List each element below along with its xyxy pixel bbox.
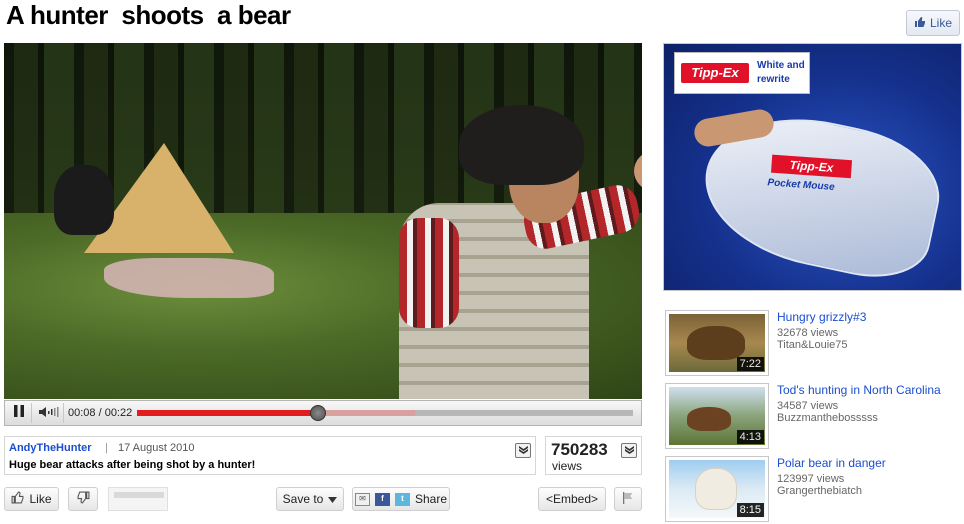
thumbs-up-icon — [914, 16, 926, 31]
related-video-author: Titan&Louie75 — [777, 339, 848, 351]
video-title: A hunter shoots a bear — [6, 0, 291, 30]
video-description: Huge bear attacks after being shot by a … — [9, 459, 256, 471]
caret-down-icon — [328, 492, 338, 506]
volume-button[interactable] — [35, 403, 64, 423]
view-count-panel: 750283 views — [545, 436, 642, 475]
related-video-image: 4:13 — [669, 387, 765, 445]
related-video-views: 34587 views — [777, 400, 839, 412]
related-video-author: Buzzmanthebosssss — [777, 412, 878, 424]
related-video-image: 7:22 — [669, 314, 765, 372]
related-video-thumbnail[interactable]: 8:15 — [665, 456, 769, 522]
ad-product-brand: Tipp-Ex — [770, 154, 853, 179]
video-duration: 4:13 — [736, 430, 764, 444]
video-frame-bear — [54, 165, 114, 235]
related-video-image: 8:15 — [669, 460, 765, 518]
facebook-like-label: Like — [929, 16, 952, 30]
view-count: 750283 — [551, 440, 608, 459]
related-video-item[interactable]: 7:22 Hungry grizzly#3 32678 views Titan&… — [663, 310, 962, 378]
progress-bar[interactable] — [137, 405, 633, 421]
video-duration: 7:22 — [736, 357, 764, 371]
ad-logo-box: Tipp-Ex White and rewrite — [674, 52, 810, 94]
chevron-down-icon — [518, 445, 528, 456]
video-player[interactable] — [4, 43, 642, 399]
flag-icon — [622, 491, 634, 507]
progress-scrubber-handle[interactable] — [310, 405, 327, 421]
pause-button[interactable] — [7, 403, 32, 423]
progress-played — [137, 410, 318, 416]
related-video-views: 123997 views — [777, 473, 845, 485]
save-to-label: Save to — [282, 492, 324, 506]
thumbs-down-icon — [77, 491, 90, 507]
video-frame-hunter-shirt — [399, 218, 459, 328]
dislike-button[interactable] — [68, 487, 98, 511]
expand-stats-button[interactable] — [621, 443, 637, 458]
uploader-link[interactable]: AndyTheHunter — [9, 442, 92, 454]
chevron-down-icon — [624, 445, 634, 456]
related-video-author: Grangerthebiatch — [777, 485, 862, 497]
video-frame-blanket — [104, 258, 274, 298]
ratings-bar-fill — [114, 492, 164, 498]
flag-button[interactable] — [614, 487, 642, 511]
related-video-title[interactable]: Polar bear in danger — [777, 456, 886, 470]
like-label: Like — [29, 492, 52, 506]
share-label: Share — [414, 492, 448, 506]
ad-product-name: Pocket Mouse — [767, 177, 835, 193]
video-duration: 8:15 — [736, 503, 764, 517]
related-video-views: 32678 views — [777, 327, 839, 339]
related-video-title[interactable]: Tod's hunting in North Carolina — [777, 383, 941, 397]
advertisement[interactable]: Tipp-Ex White and rewrite Tipp-Ex Pocket… — [663, 43, 962, 291]
ad-tagline-line2: rewrite — [757, 74, 790, 85]
twitter-icon: t — [394, 492, 410, 506]
email-icon: ✉ — [354, 492, 370, 506]
pause-icon — [14, 404, 24, 422]
related-video-title[interactable]: Hungry grizzly#3 — [777, 310, 866, 324]
share-button[interactable]: ✉ f t Share — [352, 487, 450, 511]
embed-label: <Embed> — [545, 492, 599, 506]
expand-info-button[interactable] — [515, 443, 531, 458]
upload-date: 17 August 2010 — [118, 442, 195, 454]
player-controls: 00:08 / 00:22 — [4, 400, 642, 426]
facebook-icon: f — [374, 492, 390, 506]
embed-button[interactable]: <Embed> — [538, 487, 606, 511]
polar-bear-image — [695, 468, 737, 510]
related-video-thumbnail[interactable]: 7:22 — [665, 310, 769, 376]
speaker-icon — [39, 406, 59, 421]
facebook-like-button[interactable]: Like — [906, 10, 960, 36]
video-frame-hunter-hat — [459, 105, 584, 185]
grizzly-bear-image — [687, 326, 745, 360]
related-video-item[interactable]: 8:15 Polar bear in danger 123997 views G… — [663, 456, 962, 524]
related-video-item[interactable]: 4:13 Tod's hunting in North Carolina 345… — [663, 383, 962, 451]
ratings-bar — [108, 487, 168, 511]
info-separator: | — [105, 442, 108, 454]
like-button[interactable]: Like — [4, 487, 59, 511]
thumbs-up-icon — [11, 491, 24, 507]
video-info-panel: AndyTheHunter | 17 August 2010 Huge bear… — [4, 436, 536, 475]
save-to-button[interactable]: Save to — [276, 487, 344, 511]
ad-brand-logo: Tipp-Ex — [681, 63, 749, 83]
time-display: 00:08 / 00:22 — [68, 407, 133, 419]
ad-tagline-line1: White and — [757, 60, 805, 71]
views-label: views — [552, 459, 583, 473]
related-video-thumbnail[interactable]: 4:13 — [665, 383, 769, 449]
bear-image — [687, 407, 731, 431]
